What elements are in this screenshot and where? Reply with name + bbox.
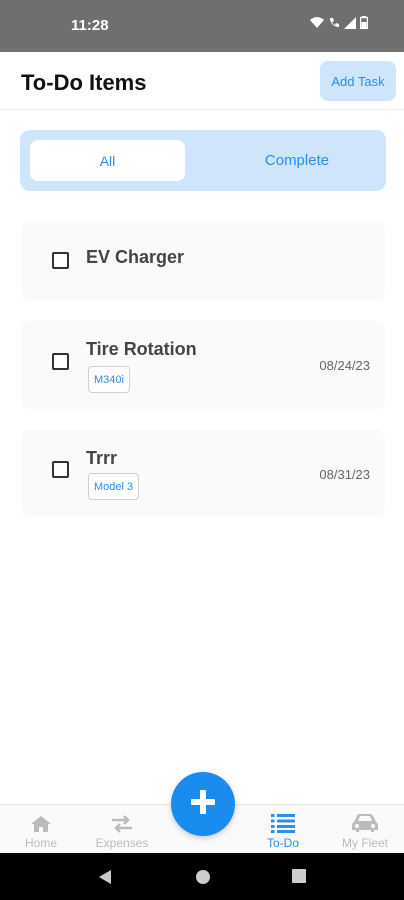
task-checkbox[interactable] xyxy=(52,461,69,478)
nav-item-home[interactable]: Home xyxy=(19,805,63,854)
task-title: Tire Rotation xyxy=(86,339,197,359)
nav-item-my-fleet[interactable]: My Fleet xyxy=(334,805,396,854)
task-title: Trrr xyxy=(86,448,118,468)
car-icon xyxy=(351,813,379,836)
nav-label: To-Do xyxy=(266,836,299,850)
status-time: 11:28 xyxy=(71,17,109,34)
nav-label: Expenses xyxy=(95,836,149,850)
add-fab-button[interactable] xyxy=(171,772,235,836)
task-checkbox[interactable] xyxy=(52,252,69,269)
page-title: To-Do Items xyxy=(21,70,147,95)
nav-item-expenses[interactable]: Expenses xyxy=(89,805,155,854)
filter-complete-tab[interactable]: Complete xyxy=(210,140,384,181)
task-card[interactable]: EV Charger xyxy=(21,221,385,300)
system-nav-bar xyxy=(0,853,404,900)
vehicle-tag: M340i xyxy=(88,366,130,393)
add-task-button[interactable]: Add Task xyxy=(320,61,396,101)
task-due-date: 08/31/23 xyxy=(319,467,370,482)
task-checkbox[interactable] xyxy=(52,353,69,370)
nav-label: Home xyxy=(24,836,57,850)
signal-icon xyxy=(344,16,356,29)
swap-arrows-icon xyxy=(110,815,134,836)
filter-all-tab[interactable]: All xyxy=(30,140,185,181)
nav-item-todo[interactable]: To-Do xyxy=(261,805,305,854)
nav-label: My Fleet xyxy=(341,836,388,850)
task-card[interactable]: Tire Rotation M340i 08/24/23 xyxy=(21,321,385,409)
status-icons xyxy=(310,16,368,29)
app-header: To-Do Items Add Task xyxy=(0,52,404,110)
list-icon xyxy=(271,813,295,836)
back-icon[interactable] xyxy=(98,869,112,890)
home-circle-icon[interactable] xyxy=(195,869,211,890)
plus-icon xyxy=(191,789,215,819)
battery-icon xyxy=(360,16,368,29)
wifi-calling-icon xyxy=(328,17,340,29)
task-card[interactable]: Trrr Model 3 08/31/23 xyxy=(21,430,385,516)
vehicle-tag: Model 3 xyxy=(88,473,140,500)
task-title: EV Charger xyxy=(86,247,185,267)
recents-icon[interactable] xyxy=(292,869,306,888)
filter-segmented-control: All Complete xyxy=(20,130,386,191)
task-due-date: 08/24/23 xyxy=(319,358,370,373)
wifi-icon xyxy=(310,16,324,29)
home-icon xyxy=(30,815,52,836)
status-bar: 11:28 xyxy=(0,0,404,52)
